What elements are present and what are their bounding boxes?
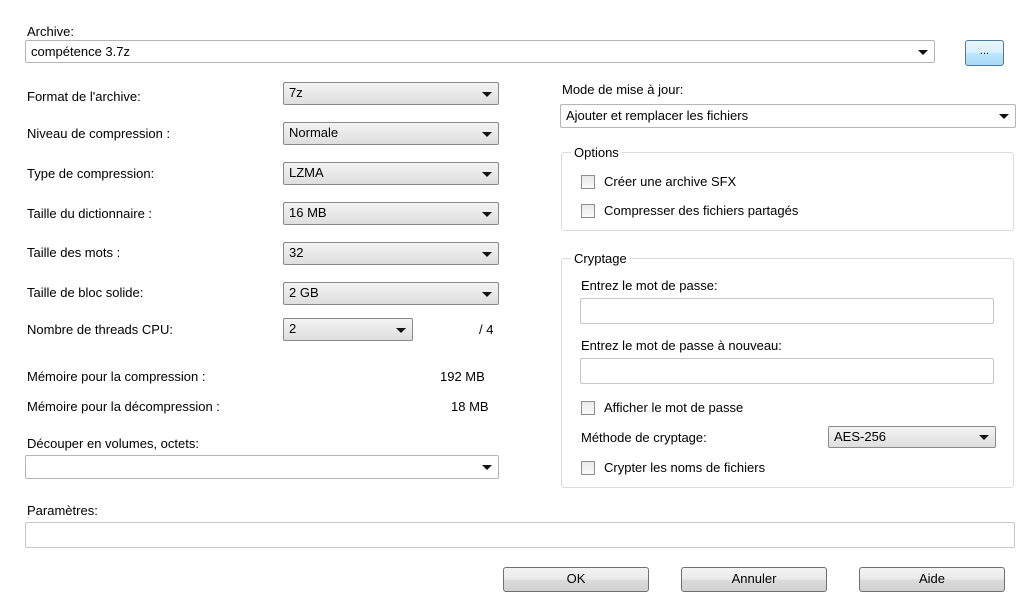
encrypt-names-checkbox[interactable] [581, 461, 595, 475]
format-value: 7z [289, 85, 303, 100]
split-label: Découper en volumes, octets: [27, 436, 199, 451]
word-combo[interactable]: 32 [283, 242, 499, 265]
params-label: Paramètres: [27, 503, 98, 518]
split-combo[interactable] [25, 455, 499, 479]
crypto-title: Cryptage [571, 251, 630, 266]
chevron-down-icon [482, 465, 492, 470]
method-combo[interactable]: AES-256 [828, 426, 996, 448]
params-input[interactable] [25, 522, 1015, 548]
chevron-down-icon [482, 91, 492, 97]
show-password-label: Afficher le mot de passe [604, 400, 744, 415]
sfx-checkbox[interactable] [581, 175, 595, 189]
level-combo[interactable]: Normale [283, 122, 499, 145]
sfx-label: Créer une archive SFX [604, 174, 737, 189]
archive-path-combo[interactable]: compétence 3.7z [25, 40, 935, 63]
format-combo[interactable]: 7z [283, 82, 499, 105]
solid-label: Taille de bloc solide: [27, 285, 144, 300]
method-value: AES-256 [834, 429, 887, 444]
update-label: Mode de mise à jour: [562, 82, 684, 97]
chevron-down-icon [999, 114, 1009, 119]
solid-value: 2 GB [289, 285, 319, 300]
password-again-input[interactable] [580, 358, 994, 384]
word-label: Taille des mots : [27, 245, 121, 260]
chevron-down-icon [482, 131, 492, 137]
level-label: Niveau de compression : [27, 126, 171, 141]
browse-button[interactable]: ... [965, 40, 1004, 66]
threads-label: Nombre de threads CPU: [27, 322, 173, 337]
cancel-button[interactable]: Annuler [681, 567, 827, 592]
ok-button[interactable]: OK [503, 567, 649, 592]
word-value: 32 [289, 245, 304, 260]
options-group [561, 152, 1014, 231]
archive-label: Archive: [27, 24, 74, 39]
chevron-down-icon [482, 211, 492, 217]
mem-comp-label: Mémoire pour la compression : [27, 369, 206, 384]
type-combo[interactable]: LZMA [283, 162, 499, 185]
encrypt-names-label: Crypter les noms de fichiers [604, 460, 766, 475]
dict-value: 16 MB [289, 205, 327, 220]
dict-combo[interactable]: 16 MB [283, 202, 499, 225]
chevron-down-icon [482, 171, 492, 177]
help-button[interactable]: Aide [859, 567, 1005, 592]
mem-decomp-value: 18 MB [451, 399, 489, 414]
chevron-down-icon [482, 251, 492, 257]
password-again-label: Entrez le mot de passe à nouveau: [581, 338, 782, 353]
chevron-down-icon [979, 435, 989, 440]
mem-decomp-label: Mémoire pour la décompression : [27, 399, 220, 414]
chevron-down-icon [482, 291, 492, 297]
threads-max: / 4 [479, 322, 494, 337]
update-combo[interactable]: Ajouter et remplacer les fichiers [560, 104, 1016, 128]
level-value: Normale [289, 125, 339, 140]
shared-label: Compresser des fichiers partagés [604, 203, 799, 218]
chevron-down-icon [396, 327, 406, 333]
chevron-down-icon [918, 49, 928, 55]
solid-combo[interactable]: 2 GB [283, 282, 499, 305]
format-label: Format de l'archive: [27, 89, 141, 104]
threads-combo[interactable]: 2 [283, 318, 413, 341]
type-value: LZMA [289, 165, 324, 180]
type-label: Type de compression: [27, 166, 155, 181]
archive-path-value: compétence 3.7z [31, 44, 131, 59]
dict-label: Taille du dictionnaire : [27, 206, 153, 221]
options-title: Options [571, 145, 622, 160]
shared-checkbox[interactable] [581, 204, 595, 218]
mem-comp-value: 192 MB [440, 369, 485, 384]
show-password-checkbox[interactable] [581, 401, 595, 415]
method-label: Méthode de cryptage: [581, 430, 707, 445]
threads-value: 2 [289, 321, 297, 336]
password-label: Entrez le mot de passe: [581, 278, 718, 293]
update-value: Ajouter et remplacer les fichiers [566, 108, 749, 123]
password-input[interactable] [580, 298, 994, 324]
